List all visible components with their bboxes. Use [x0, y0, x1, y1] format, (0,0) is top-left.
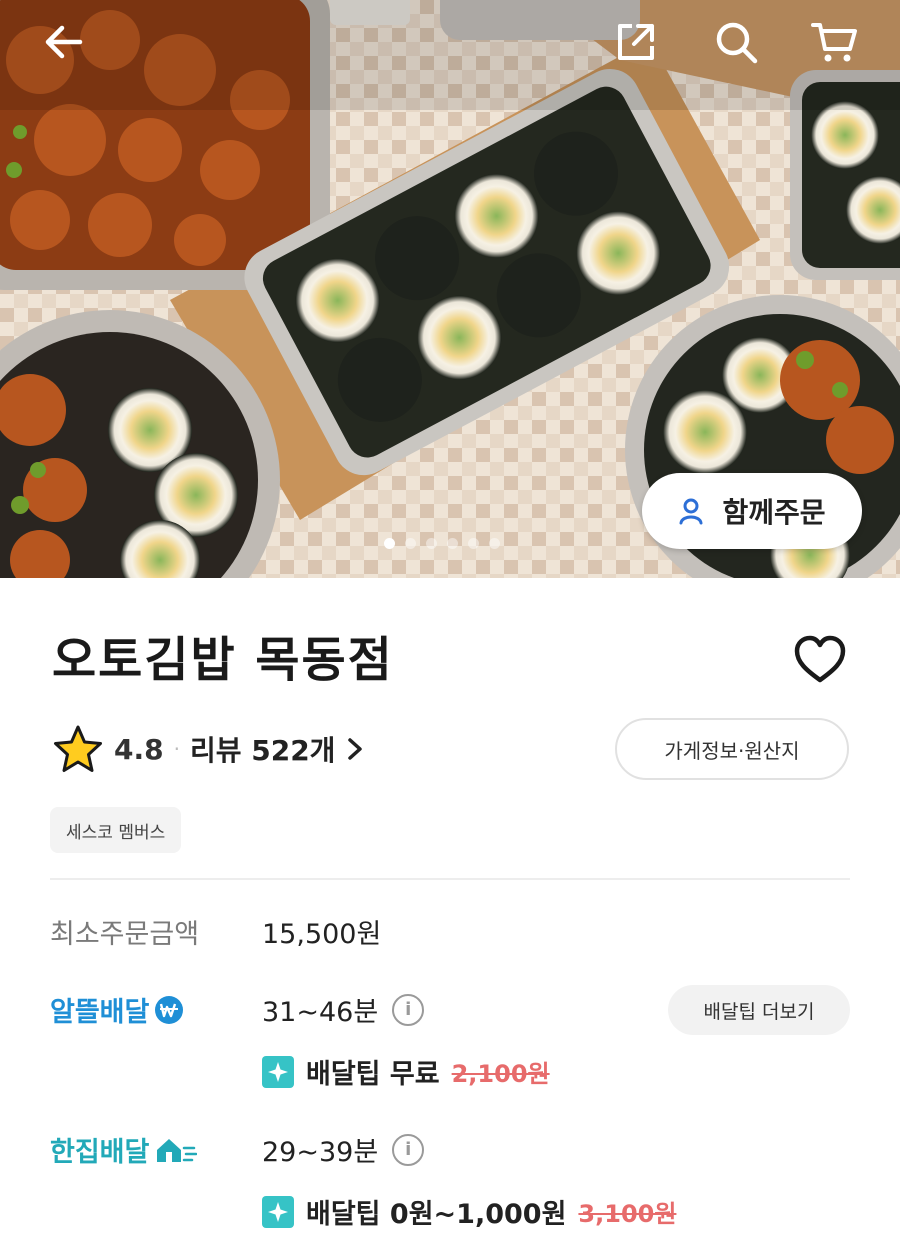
one-delivery-time: 29~39분: [262, 1137, 379, 1168]
min-order-value: 15,500원: [262, 912, 381, 951]
info-icon[interactable]: i: [392, 993, 425, 1026]
rating-value: 4.8: [114, 732, 164, 766]
back-button[interactable]: [36, 14, 92, 70]
cart-button[interactable]: [806, 14, 862, 70]
cesco-members-badge: 세스코 멤버스: [50, 807, 182, 853]
won-coin-icon: [155, 995, 184, 1024]
one-tip-text: 배달팁 0원~1,000원: [306, 1199, 567, 1230]
carousel-dot[interactable]: [489, 538, 500, 549]
divider: [50, 878, 850, 880]
saver-delivery-tip: 배달팁 무료 2,100원: [262, 1052, 550, 1091]
carousel-indicator: [384, 538, 500, 549]
carousel-dot[interactable]: [447, 538, 458, 549]
hero-image-carousel[interactable]: 함께주문: [0, 0, 900, 578]
star-icon: [54, 725, 102, 772]
cart-icon: [811, 23, 857, 62]
saver-original-tip: 2,100원: [451, 1060, 550, 1088]
heart-icon: [794, 635, 846, 683]
carousel-dot[interactable]: [468, 538, 479, 549]
min-order-label: 최소주문금액: [50, 919, 200, 950]
one-original-tip: 3,100원: [578, 1200, 677, 1228]
saver-delivery-label-wrap: 알뜰배달: [50, 990, 185, 1029]
info-icon[interactable]: i: [392, 1133, 425, 1166]
one-delivery-tip: 배달팁 0원~1,000원 3,100원: [262, 1192, 676, 1231]
carousel-dot[interactable]: [405, 538, 416, 549]
person-icon: [679, 498, 703, 525]
sparkle-icon: [262, 1055, 294, 1088]
chevron-right-icon: [348, 738, 363, 760]
share-button[interactable]: [608, 14, 664, 70]
share-icon: [618, 24, 654, 60]
separator-dot: ·: [173, 737, 180, 761]
search-icon: [716, 22, 758, 64]
carousel-dot[interactable]: [426, 538, 437, 549]
rating-review-link[interactable]: 4.8 · 리뷰 522개: [52, 722, 365, 776]
more-delivery-tip-button[interactable]: 배달팁 더보기: [668, 985, 850, 1035]
min-order-amount: 15,500원: [262, 919, 382, 950]
favorite-button[interactable]: [792, 632, 848, 688]
saver-delivery-time-row: 31~46분 i: [262, 990, 425, 1029]
one-delivery-label: 한집배달: [50, 1137, 150, 1168]
sparkle-icon: [262, 1195, 294, 1228]
store-info-origin-button[interactable]: 가게정보·원산지: [615, 718, 849, 780]
group-order-label: 함께주문: [722, 496, 826, 529]
store-name: 오토김밥 목동점: [52, 632, 394, 688]
carousel-dot[interactable]: [384, 538, 395, 549]
arrow-left-icon: [45, 25, 83, 59]
saver-tip-text: 배달팁 무료: [306, 1059, 440, 1090]
one-delivery-time-row: 29~39분 i: [262, 1130, 425, 1169]
saver-delivery-time: 31~46분: [262, 997, 379, 1028]
house-speed-icon: [157, 1138, 198, 1162]
search-button[interactable]: [708, 14, 764, 70]
review-count: 리뷰 522개: [189, 734, 336, 767]
one-delivery-label-wrap: 한집배달: [50, 1130, 198, 1169]
group-order-button[interactable]: 함께주문: [642, 473, 862, 549]
saver-delivery-label: 알뜰배달: [50, 997, 150, 1028]
